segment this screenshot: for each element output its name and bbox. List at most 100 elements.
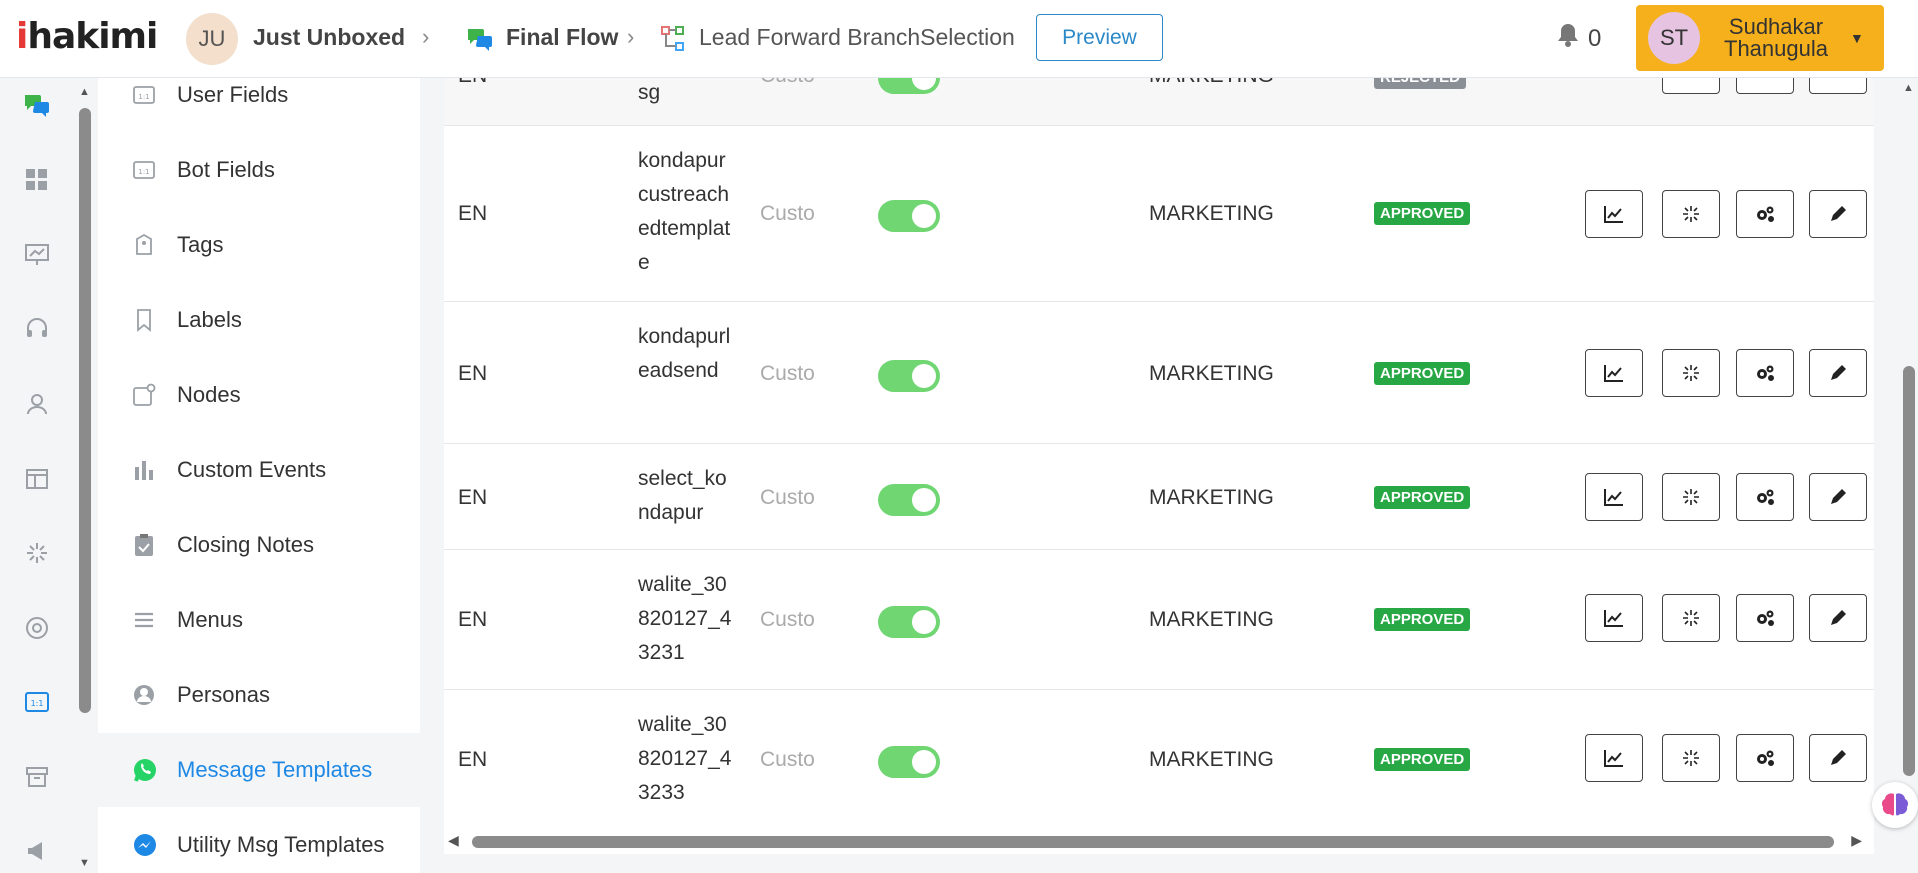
sidebar-item-label: Nodes <box>177 382 241 407</box>
chat-bubbles-icon[interactable] <box>22 90 52 120</box>
notification-count: 0 <box>1588 24 1602 52</box>
scroll-up-icon[interactable]: ▲ <box>79 86 90 98</box>
notifications[interactable]: 0 <box>1556 22 1601 55</box>
megaphone-icon[interactable] <box>22 836 52 866</box>
presentation-icon[interactable] <box>22 240 52 270</box>
template-type-cell: MARKETING <box>1149 362 1274 385</box>
status-badge: APPROVED <box>1374 486 1471 509</box>
status-toggle[interactable] <box>878 746 940 778</box>
template-name-cell: sg <box>638 81 661 104</box>
sparkle-icon[interactable] <box>1662 78 1720 94</box>
sidebar-item-message-templates[interactable]: Message Templates <box>98 733 420 807</box>
sidebar-item-user-fields[interactable]: 1:1 User Fields <box>98 78 420 132</box>
sidebar-item-tags[interactable]: Tags <box>98 208 420 282</box>
analytics-button[interactable] <box>1585 190 1643 238</box>
template-type-cell: MARKETING <box>1149 486 1274 509</box>
ai-suggest-button[interactable] <box>1662 594 1720 642</box>
workspace-avatar[interactable]: JU <box>186 13 238 65</box>
table-row: EN select_kondapur Custo MARKETING APPRO… <box>444 444 1874 550</box>
settings-button[interactable] <box>1736 190 1794 238</box>
analytics-icon <box>1604 489 1623 506</box>
layout-icon[interactable] <box>22 464 52 494</box>
edit-button[interactable] <box>1809 473 1867 521</box>
page-vertical-scrollbar[interactable]: ▲ <box>1900 78 1918 873</box>
scroll-up-icon[interactable]: ▲ <box>1903 82 1914 94</box>
caret-down-icon: ▼ <box>1850 30 1864 46</box>
status-toggle[interactable] <box>878 200 940 232</box>
table-row: EN walite_30820127_43231 Custo MARKETING… <box>444 550 1874 690</box>
scroll-down-icon[interactable]: ▼ <box>79 857 90 869</box>
scroll-left-icon[interactable]: ◀ <box>448 832 459 849</box>
category-cell: Custo <box>760 362 815 385</box>
dashboard-icon[interactable] <box>22 165 52 195</box>
sidebar-item-closing-notes[interactable]: Closing Notes <box>98 508 420 582</box>
status-toggle[interactable] <box>878 360 940 392</box>
status-toggle[interactable] <box>878 484 940 516</box>
status-toggle[interactable] <box>878 606 940 638</box>
sidebar-item-bot-fields[interactable]: 1:1 Bot Fields <box>98 133 420 207</box>
settings-button[interactable] <box>1736 734 1794 782</box>
archive-icon[interactable] <box>22 762 52 792</box>
node-icon <box>132 383 156 407</box>
sparkle-icon[interactable] <box>22 538 52 568</box>
language-cell: EN <box>458 486 488 509</box>
sidebar-item-nodes[interactable]: Nodes <box>98 358 420 432</box>
table-row: EN sg Custo MARKETING REJECTED <box>444 78 1874 126</box>
settings-button[interactable] <box>1736 473 1794 521</box>
settings-button[interactable] <box>1736 349 1794 397</box>
edit-button[interactable] <box>1809 190 1867 238</box>
analytics-button[interactable] <box>1585 734 1643 782</box>
chevron-right-icon: › <box>627 24 635 49</box>
breadcrumb-node[interactable]: Lead Forward BranchSelection <box>699 24 1015 51</box>
breadcrumb-flow[interactable]: Final Flow <box>506 24 618 51</box>
svg-text:1:1: 1:1 <box>138 168 149 176</box>
user-icon[interactable] <box>22 389 52 419</box>
user-first-name: Sudhakar <box>1728 14 1824 39</box>
preview-button[interactable]: Preview <box>1036 14 1163 61</box>
analytics-button[interactable] <box>1585 594 1643 642</box>
user-menu[interactable]: ST Sudhakar Thanugula ▼ <box>1636 5 1884 71</box>
scroll-thumb[interactable] <box>472 836 1834 848</box>
analytics-button[interactable] <box>1585 473 1643 521</box>
sidebar-item-label: Bot Fields <box>177 157 275 182</box>
table-horizontal-scrollbar[interactable]: ◀ ▶ <box>444 828 1874 854</box>
message-templates-table: EN sg Custo MARKETING REJECTED EN kondap… <box>444 78 1874 828</box>
status-toggle[interactable] <box>878 78 940 94</box>
rail-scrollbar[interactable]: ▲ ▼ <box>78 86 92 873</box>
ai-suggest-button[interactable] <box>1662 473 1720 521</box>
scroll-thumb[interactable] <box>79 108 91 713</box>
ai-suggest-button[interactable] <box>1662 349 1720 397</box>
ihakimi-logo[interactable]: ihakimi <box>16 16 158 57</box>
analytics-button[interactable] <box>1585 349 1643 397</box>
scroll-right-icon[interactable]: ▶ <box>1851 832 1862 849</box>
messenger-icon <box>132 833 156 857</box>
sidebar-item-personas[interactable]: Personas <box>98 658 420 732</box>
edit-button[interactable] <box>1809 349 1867 397</box>
lifebuoy-icon[interactable] <box>22 613 52 643</box>
ai-suggest-button[interactable] <box>1662 190 1720 238</box>
language-cell: EN <box>458 608 488 631</box>
fields-icon: 1:1 <box>132 83 156 107</box>
ai-suggest-button[interactable] <box>1662 734 1720 782</box>
headset-icon[interactable] <box>22 314 52 344</box>
gears-icon[interactable] <box>1736 78 1794 94</box>
breadcrumb-workspace[interactable]: Just Unboxed <box>253 24 405 51</box>
status-badge: APPROVED <box>1374 202 1471 225</box>
pencil-icon[interactable] <box>1809 78 1867 94</box>
edit-button[interactable] <box>1809 734 1867 782</box>
svg-text:1:1: 1:1 <box>31 699 44 708</box>
sidebar-item-custom-events[interactable]: Custom Events <box>98 433 420 507</box>
fields-icon[interactable]: 1:1 <box>22 687 52 717</box>
top-header: ihakimi JU Just Unboxed › Final Flow › L… <box>0 0 1918 78</box>
sidebar-item-labels[interactable]: Labels <box>98 283 420 357</box>
status-badge: APPROVED <box>1374 608 1471 631</box>
category-cell: Custo <box>760 486 815 509</box>
sidebar-item-menus[interactable]: Menus <box>98 583 420 657</box>
fields-icon: 1:1 <box>132 158 156 182</box>
settings-button[interactable] <box>1736 594 1794 642</box>
scroll-thumb[interactable] <box>1903 366 1915 776</box>
sidebar-item-utility-msg-templates[interactable]: Utility Msg Templates <box>98 808 420 873</box>
ai-assistant-button[interactable] <box>1872 782 1918 828</box>
gears-icon <box>1757 365 1774 381</box>
edit-button[interactable] <box>1809 594 1867 642</box>
